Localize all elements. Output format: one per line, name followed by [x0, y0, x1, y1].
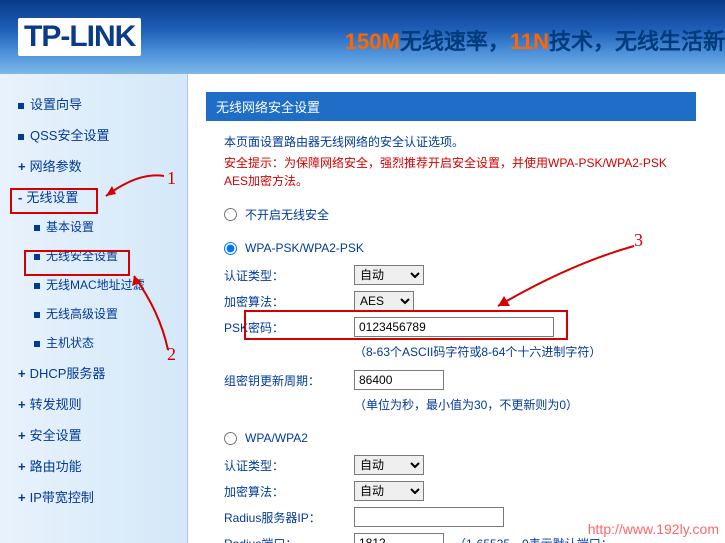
header: TP-LINK 150M无线速率，11N技术，无线生活新: [0, 0, 725, 74]
logo: TP-LINK: [18, 18, 141, 56]
rekey-label: 组密钥更新周期：: [224, 372, 354, 389]
panel-warning: 安全提示：为保障网络安全，强烈推荐开启安全设置，并使用WPA-PSK/WPA2-…: [224, 154, 678, 190]
sidebar-item-network[interactable]: +网络参数: [0, 150, 187, 181]
sidebar-item-bandwidth[interactable]: +IP带宽控制: [0, 481, 187, 512]
psk-hint: （8-63个ASCII码字符或8-64个十六进制字符）: [354, 343, 678, 360]
sidebar-item-label: 转发规则: [30, 397, 82, 412]
sidebar-item-label: 安全设置: [30, 428, 82, 443]
sidebar-item-advanced[interactable]: 无线高级设置: [0, 299, 187, 328]
sidebar-item-security[interactable]: 无线安全设置: [0, 241, 187, 270]
sidebar-item-label: DHCP服务器: [30, 366, 106, 381]
radio-off-label: 不开启无线安全: [245, 206, 329, 223]
radio-wpa-label: WPA/WPA2: [245, 431, 308, 445]
content: 无线网络安全设置 本页面设置路由器无线网络的安全认证选项。 安全提示：为保障网络…: [188, 74, 725, 543]
enc-select[interactable]: AES: [354, 291, 414, 311]
sidebar-item-label: QSS安全设置: [30, 128, 109, 143]
auth-select[interactable]: 自动: [354, 265, 424, 285]
sidebar-item-basic[interactable]: 基本设置: [0, 212, 187, 241]
sidebar-item-label: 无线MAC地址过滤: [46, 278, 145, 292]
enc-label: 加密算法：: [224, 293, 354, 310]
sidebar-item-forward[interactable]: +转发规则: [0, 388, 187, 419]
sidebar-item-setup[interactable]: 设置向导: [0, 88, 187, 119]
sidebar-item-label: 主机状态: [46, 336, 94, 350]
sidebar-item-status[interactable]: 主机状态: [0, 328, 187, 357]
auth-label: 认证类型：: [224, 267, 354, 284]
radius-port-label: Radius端口：: [224, 535, 354, 543]
radio-wpa-psk-label: WPA-PSK/WPA2-PSK: [245, 241, 364, 255]
sidebar-item-mac[interactable]: 无线MAC地址过滤: [0, 270, 187, 299]
radio-off[interactable]: [224, 208, 237, 221]
sidebar-item-label: 设置向导: [30, 97, 82, 112]
sidebar-item-label: 基本设置: [46, 220, 94, 234]
psk-input[interactable]: [354, 317, 554, 337]
wpa-enc-select[interactable]: 自动: [354, 481, 424, 501]
sidebar-item-label: 无线安全设置: [46, 249, 118, 263]
wpa-auth-select[interactable]: 自动: [354, 455, 424, 475]
radio-wpa[interactable]: [224, 432, 237, 445]
sidebar-item-label: 无线设置: [26, 190, 78, 205]
radius-port-input[interactable]: [354, 533, 444, 543]
psk-label: PSK密码：: [224, 319, 354, 336]
sidebar: 设置向导 QSS安全设置 +网络参数 -无线设置 基本设置 无线安全设置 无线M…: [0, 74, 188, 543]
sidebar-item-routing[interactable]: +路由功能: [0, 450, 187, 481]
sidebar-item-dhcp[interactable]: +DHCP服务器: [0, 357, 187, 388]
radius-port-hint: （1-65535，0表示默认端口：: [454, 535, 613, 543]
rekey-input[interactable]: [354, 370, 444, 390]
sidebar-item-label: 网络参数: [30, 159, 82, 174]
radius-ip-label: Radius服务器IP：: [224, 509, 354, 526]
sidebar-item-wireless[interactable]: -无线设置: [0, 181, 187, 212]
sidebar-item-label: IP带宽控制: [30, 490, 94, 505]
panel-title: 无线网络安全设置: [206, 92, 696, 121]
wpa-auth-label: 认证类型：: [224, 457, 354, 474]
sidebar-item-label: 无线高级设置: [46, 307, 118, 321]
panel-desc: 本页面设置路由器无线网络的安全认证选项。: [224, 133, 678, 150]
sidebar-item-label: 路由功能: [30, 459, 82, 474]
radio-wpa-psk[interactable]: [224, 242, 237, 255]
sidebar-item-security-settings[interactable]: +安全设置: [0, 419, 187, 450]
sidebar-item-qss[interactable]: QSS安全设置: [0, 119, 187, 150]
tagline: 150M无线速率，11N技术，无线生活新: [345, 24, 725, 56]
radius-ip-input[interactable]: [354, 507, 504, 527]
wpa-enc-label: 加密算法：: [224, 483, 354, 500]
rekey-hint: （单位为秒，最小值为30，不更新则为0）: [354, 396, 678, 413]
